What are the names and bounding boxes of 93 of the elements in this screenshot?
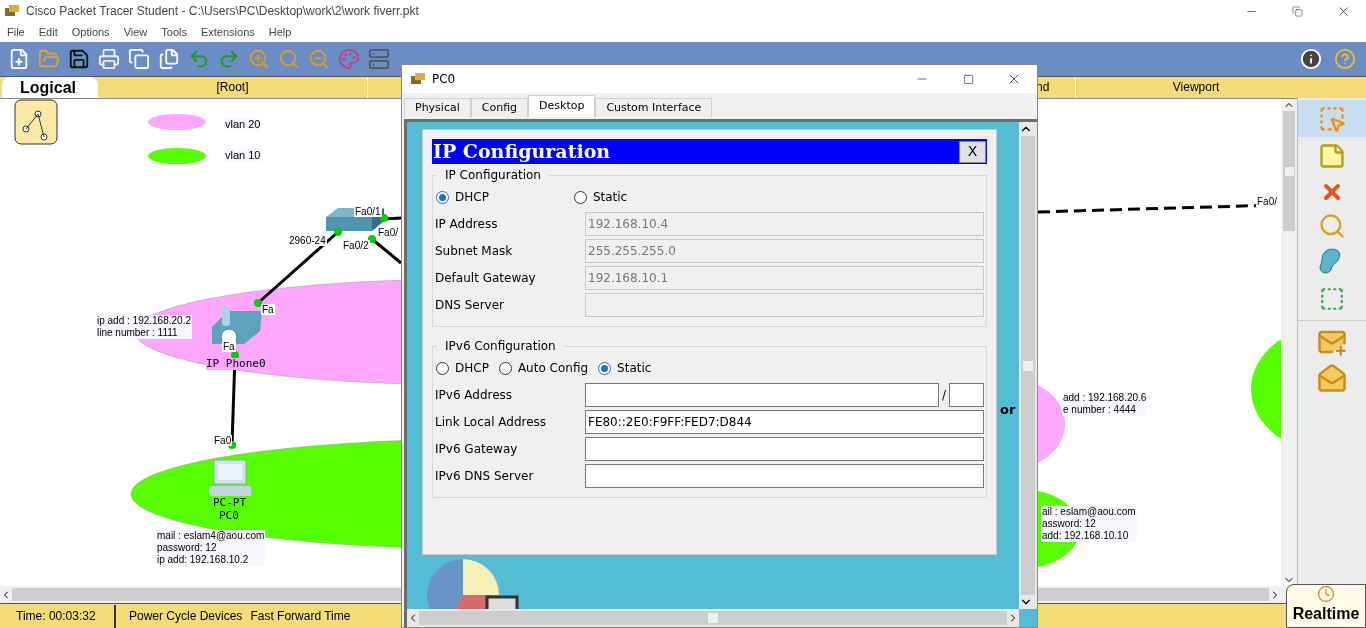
device-name: IP Phone0	[206, 358, 266, 370]
pc-icon	[209, 459, 251, 496]
note: ail : eslam@aou.com assword: 12 add: 192.168.10.10	[1041, 506, 1137, 542]
clock-icon	[1317, 585, 1335, 603]
field-label: IP Address	[435, 215, 499, 233]
tab[interactable]: Config	[470, 98, 529, 117]
tab[interactable]: Physical	[404, 98, 471, 117]
menu-item[interactable]: Extensions	[200, 23, 255, 41]
radio-button[interactable]	[498, 361, 512, 375]
note-icon[interactable]	[1318, 142, 1346, 170]
field-label: IPv6 Gateway	[435, 440, 519, 458]
port-label: Fa	[261, 304, 275, 315]
port-label: Fa0	[213, 435, 233, 446]
info-icon[interactable]	[1300, 48, 1322, 70]
group-title: IP Configuration	[444, 167, 542, 184]
fast-forward-button[interactable]: Fast Forward Time	[242, 607, 351, 625]
files-icon[interactable]	[158, 48, 180, 70]
resize-icon[interactable]	[1319, 286, 1345, 312]
save-icon[interactable]	[68, 48, 90, 70]
menu-item[interactable]: Tools	[161, 23, 187, 41]
select-icon	[1318, 104, 1346, 133]
select-tool-button[interactable]	[1298, 100, 1366, 137]
viewport-label[interactable]: Viewport	[1076, 77, 1366, 98]
inspect-icon[interactable]	[1318, 212, 1346, 240]
field-label: DNS Server	[435, 296, 505, 314]
menu-item[interactable]: View	[123, 23, 148, 41]
link-light	[254, 299, 262, 307]
menu-item[interactable]: File	[7, 23, 25, 41]
desktop-app-label: or	[1000, 401, 1016, 419]
port-label: Fa0/2	[342, 240, 370, 251]
link-light	[334, 228, 342, 236]
device-model: PC-PT	[213, 497, 247, 509]
field-label: Link Local Address	[435, 413, 548, 431]
help-icon[interactable]	[1334, 48, 1356, 70]
radio-label: Auto Config	[517, 360, 589, 377]
port-label: Fa0/	[1256, 196, 1278, 207]
menu-item[interactable]: Help	[268, 23, 292, 41]
panel-close-button[interactable]: X	[959, 140, 986, 163]
app-icon	[4, 4, 20, 18]
address-field[interactable]: FE80::2E0:F9FF:FED7:D844	[585, 409, 984, 434]
menu-item[interactable]: Edit	[38, 23, 58, 41]
note: mail : eslam4@aou.com password: 12 ip add: 192.168.10.2	[156, 530, 266, 566]
port-label: Fa0/1	[354, 206, 382, 217]
radio-button[interactable]	[573, 190, 587, 204]
radio-label: DHCP	[455, 360, 489, 377]
window-title: Cisco Packet Tracer Student - C:\Users\PC\Desktop\work\2\work fiverr.pkt	[26, 3, 419, 20]
time-label: Time: 00:03:32	[0, 604, 116, 628]
link-light	[380, 214, 388, 222]
scrollbar-corner	[1019, 609, 1037, 627]
radio-button[interactable]	[436, 190, 449, 204]
prefix-field[interactable]	[949, 382, 984, 407]
realtime-tab[interactable]: Realtime	[1286, 584, 1366, 628]
app-icon	[410, 72, 426, 86]
add-complex-pdu-icon[interactable]	[1317, 363, 1347, 393]
port-label: Fa0/	[377, 227, 399, 238]
device-name: PC0	[219, 510, 239, 522]
maximize-icon[interactable]	[962, 73, 974, 85]
root-label: [Root]	[98, 77, 368, 98]
tab[interactable]: Custom Interface	[595, 98, 713, 117]
field-label: Subnet Mask	[435, 242, 514, 260]
address-field[interactable]	[585, 382, 939, 407]
legend-label: vlan 20	[224, 118, 262, 131]
note: ip add : 192.168.20.2 line number : 1111	[96, 315, 192, 339]
legend-label: vlan 10	[224, 149, 262, 162]
address-field[interactable]	[585, 463, 984, 488]
link-light	[231, 351, 239, 359]
address-field[interactable]	[585, 436, 984, 461]
field-label: IPv6 DNS Server	[435, 467, 535, 485]
group-title: IPv6 Configuration	[444, 338, 557, 355]
field-label: Default Gateway	[435, 269, 537, 287]
radio-label: Static	[617, 360, 652, 377]
mode-label: Realtime	[1292, 605, 1360, 623]
device-model: 2960-24	[288, 235, 327, 246]
link-light	[368, 235, 376, 243]
radio-button[interactable]	[598, 361, 612, 375]
port-label: Fa	[222, 341, 236, 352]
radio-label: Static	[592, 189, 628, 206]
new-file-icon[interactable]	[8, 48, 30, 70]
field-label: IPv6 Address	[435, 386, 514, 404]
menu-item[interactable]: Options	[71, 23, 110, 41]
copy-icon[interactable]	[128, 48, 150, 70]
logical-tab[interactable]: Logical	[2, 77, 98, 98]
restore-icon[interactable]	[1291, 5, 1303, 17]
server-icon[interactable]	[368, 48, 390, 70]
radio-button[interactable]	[436, 361, 449, 375]
printer-icon[interactable]	[98, 48, 120, 70]
radio-label: DHCP	[455, 189, 489, 206]
tab[interactable]: Desktop	[528, 95, 596, 117]
window-title: PC0	[432, 71, 456, 88]
power-cycle-button[interactable]: Power Cycle Devices	[116, 607, 243, 625]
panel-title: IP Configuration	[433, 139, 611, 165]
note: add : 192.168.20.6 e number : 4444	[1062, 392, 1148, 416]
slash-separator: /	[941, 386, 946, 404]
